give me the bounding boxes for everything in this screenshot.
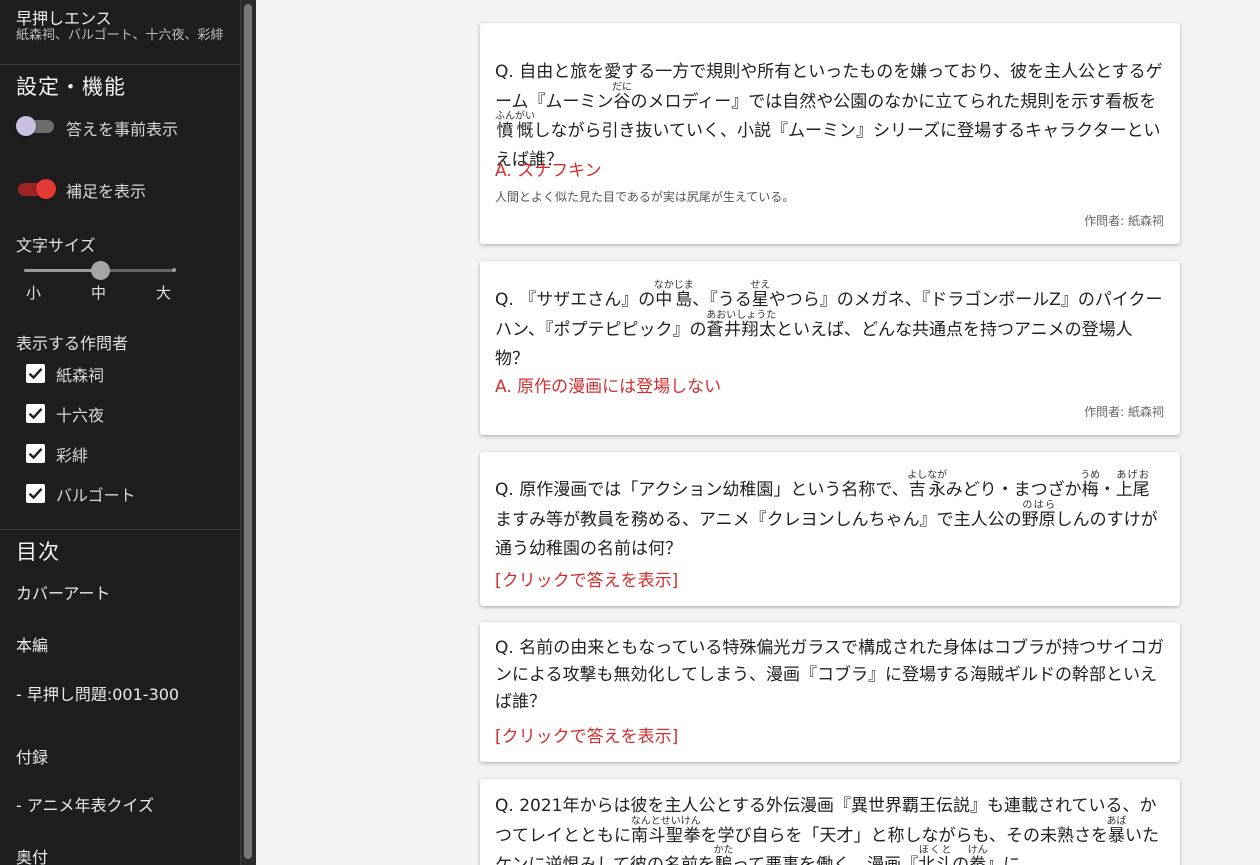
- author-credit: 作問者: 紙森祠: [1084, 405, 1164, 419]
- question-card: Q. 2021年からは彼を主人公とする外伝漫画『異世界覇王伝説』も連載されている…: [480, 779, 1180, 865]
- author-credit: 作問者: 紙森祠: [1084, 214, 1164, 228]
- toc-item-appendix[interactable]: 付録: [16, 744, 48, 768]
- toc-item-buzzer-questions[interactable]: - 早押し問題:001-300: [16, 681, 179, 705]
- sidebar-scrollbar-thumb[interactable]: [244, 4, 252, 859]
- sidebar-panel: 早押しエンス 紙森祠、バルゴート、十六夜、彩緋 設定・機能 答えを事前表示 補足…: [0, 0, 241, 865]
- toc-item-main[interactable]: 本編: [16, 632, 48, 656]
- show-answers-toggle[interactable]: [16, 114, 56, 138]
- author-name: 彩緋: [56, 446, 89, 465]
- author-name: 紙森祠: [56, 366, 105, 385]
- author-name: バルゴート: [56, 486, 136, 505]
- question-card: Q. 名前の由来ともなっている特殊偏光ガラスで構成された身体はコブラが持つサイコ…: [480, 622, 1180, 762]
- checkbox-checked-icon[interactable]: [26, 444, 45, 463]
- font-size-tick-large: 大: [156, 284, 172, 302]
- answer-text: A. 原作の漫画には登場しない: [495, 377, 722, 397]
- show-notes-label: 補足を表示: [66, 182, 147, 201]
- slider-thumb[interactable]: [91, 261, 110, 280]
- reveal-answer-link[interactable]: [クリックで答えを表示]: [495, 722, 678, 747]
- slider-fill: [24, 269, 100, 272]
- toc-item-colophon[interactable]: 奥付: [16, 844, 48, 865]
- divider: [0, 64, 240, 65]
- checkbox-checked-icon[interactable]: [26, 364, 45, 383]
- font-size-tick-small: 小: [26, 284, 42, 302]
- question-card: Q. 『サザエさん』の中島なかじま、『うる星せえやつら』のメガネ、『ドラゴンボー…: [480, 261, 1180, 435]
- sidebar: 早押しエンス 紙森祠、バルゴート、十六夜、彩緋 設定・機能 答えを事前表示 補足…: [0, 0, 256, 865]
- toc-item-anime-timeline-quiz[interactable]: - アニメ年表クイズ: [16, 792, 154, 816]
- authors-label: 表示する作問者: [16, 334, 129, 353]
- toc-item-cover-art[interactable]: カバーアート: [16, 580, 110, 604]
- question-card: Q. 自由と旅を愛する一方で規則や所有といったものを嫌っており、彼を主人公とする…: [480, 23, 1180, 244]
- font-size-tick-medium: 中: [91, 284, 107, 302]
- toggle-knob: [36, 179, 56, 199]
- checkbox-checked-icon[interactable]: [26, 404, 45, 423]
- reveal-answer-link[interactable]: [クリックで答えを表示]: [495, 566, 678, 591]
- checkbox-checked-icon[interactable]: [26, 484, 45, 503]
- question-text: Q. 2021年からは彼を主人公とする外伝漫画『異世界覇王伝説』も連載されている…: [495, 796, 1159, 865]
- app-title: 早押しエンス: [16, 9, 112, 28]
- font-size-label: 文字サイズ: [16, 236, 96, 255]
- toc-heading: 目次: [16, 540, 60, 564]
- font-size-slider[interactable]: [24, 261, 176, 280]
- app-subtitle: 紙森祠、バルゴート、十六夜、彩緋: [16, 28, 224, 43]
- question-text: Q. 名前の由来ともなっている特殊偏光ガラスで構成された身体はコブラが持つサイコ…: [495, 638, 1165, 712]
- question-text: Q. 『サザエさん』の中島なかじま、『うる星せえやつら』のメガネ、『ドラゴンボー…: [495, 280, 1163, 369]
- answer-text: A. スナフキン: [495, 161, 602, 181]
- question-text: Q. 原作漫画では「アクション幼稚園」という名称で、吉永よしながみどり・まつざか…: [495, 470, 1158, 559]
- divider: [0, 529, 240, 530]
- show-answers-label: 答えを事前表示: [66, 120, 179, 139]
- question-card: Q. 原作漫画では「アクション幼稚園」という名称で、吉永よしながみどり・まつざか…: [480, 452, 1180, 606]
- author-name: 十六夜: [56, 406, 105, 425]
- slider-end-mark: [172, 268, 176, 272]
- supplement-note: 人間とよく似た見た目であるが実は尻尾が生えている。: [495, 190, 795, 204]
- show-notes-toggle[interactable]: [16, 177, 56, 201]
- toggle-knob: [16, 116, 36, 136]
- settings-heading: 設定・機能: [16, 75, 126, 99]
